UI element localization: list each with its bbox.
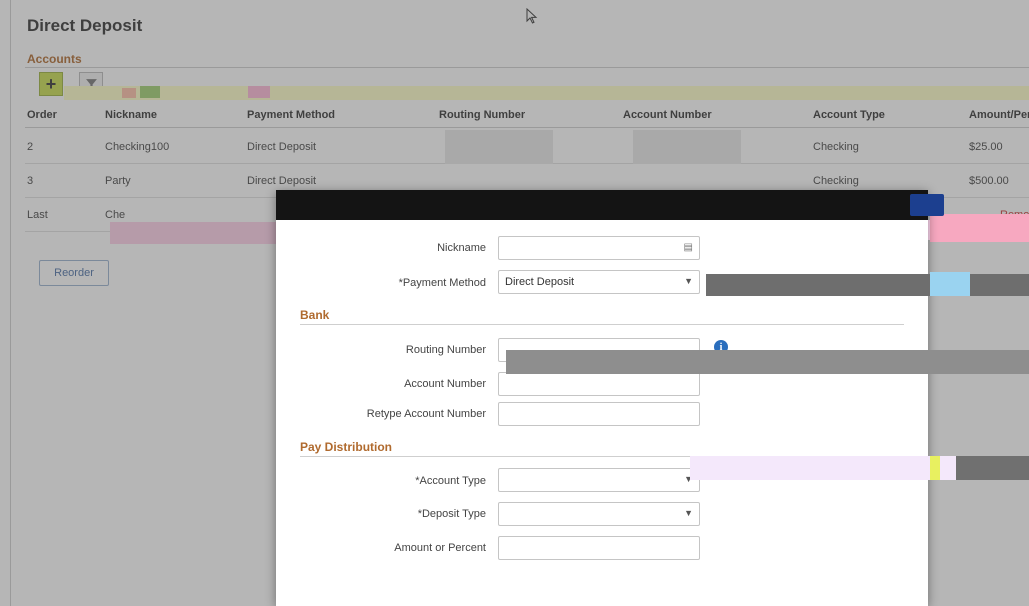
pay-distribution-section-title: Pay Distribution <box>300 440 393 454</box>
account-type-select[interactable]: ▼ <box>498 468 700 492</box>
account-number-input[interactable] <box>498 372 700 396</box>
bank-divider <box>300 324 904 325</box>
nickname-input[interactable]: ▤ <box>498 236 700 260</box>
add-account-modal: Nickname ▤ *Payment Method Direct Deposi… <box>276 190 944 606</box>
render-artifact <box>930 272 970 296</box>
payment-method-value: Direct Deposit <box>505 276 575 288</box>
chevron-down-icon: ▼ <box>684 276 693 286</box>
payment-method-select[interactable]: Direct Deposit ▼ <box>498 270 700 294</box>
render-artifact <box>506 350 1029 374</box>
retype-account-number-label: Retype Account Number <box>366 408 486 420</box>
account-type-label: *Account Type <box>415 475 486 487</box>
deposit-type-select[interactable]: ▼ <box>498 502 700 526</box>
routing-number-label: Routing Number <box>405 344 486 356</box>
render-artifact <box>930 214 1029 242</box>
amount-or-percent-label: Amount or Percent <box>394 542 486 554</box>
retype-account-number-input[interactable] <box>498 402 700 426</box>
bank-section-title: Bank <box>300 308 330 322</box>
lookup-icon[interactable]: ▤ <box>684 242 693 253</box>
modal-done-button[interactable] <box>910 194 944 216</box>
chevron-down-icon: ▼ <box>684 508 693 518</box>
amount-or-percent-input[interactable] <box>498 536 700 560</box>
nickname-label: Nickname <box>437 242 486 254</box>
deposit-type-label: *Deposit Type <box>417 508 486 520</box>
render-artifact <box>956 456 1029 480</box>
render-artifact <box>706 274 1029 296</box>
account-number-label: Account Number <box>404 378 486 390</box>
render-artifact <box>930 456 940 480</box>
payment-method-label: *Payment Method <box>398 277 486 289</box>
modal-header <box>276 190 944 220</box>
